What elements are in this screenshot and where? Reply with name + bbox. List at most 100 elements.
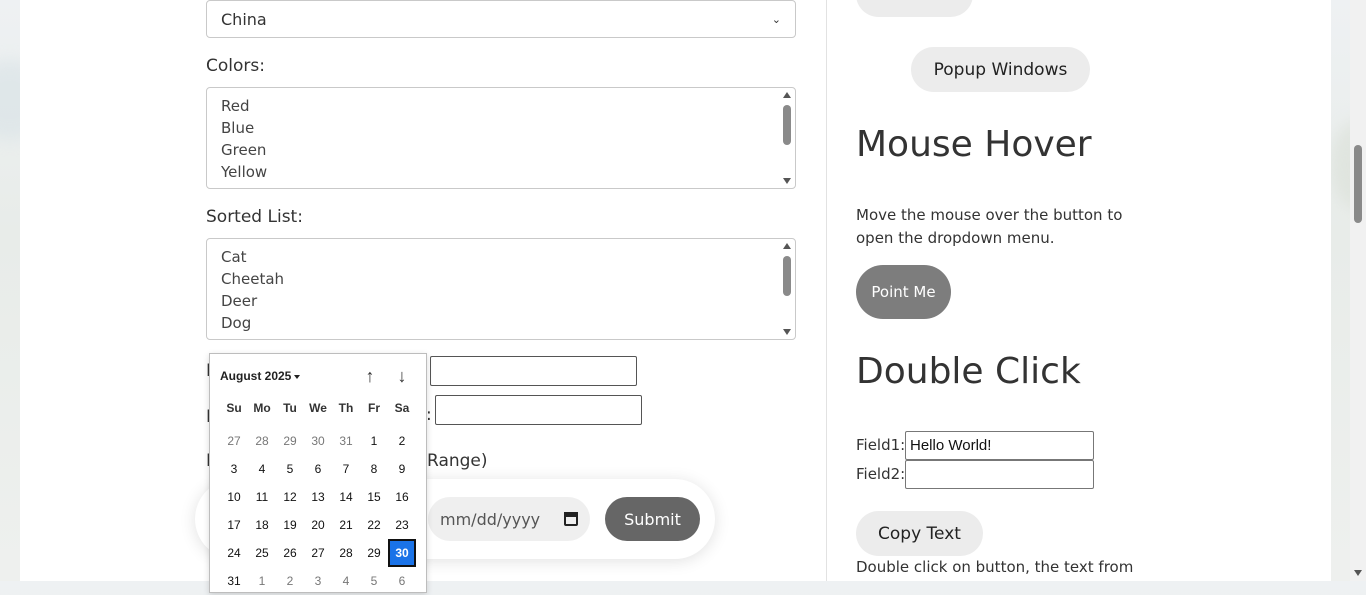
- datepicker2-input[interactable]: [435, 395, 642, 425]
- calendar-day[interactable]: 30: [304, 427, 332, 455]
- country-select-value: China: [221, 9, 267, 29]
- calendar-day[interactable]: 28: [248, 427, 276, 455]
- weekday-label: Th: [338, 401, 354, 415]
- scroll-down-icon[interactable]: [783, 329, 791, 335]
- field2-label: Field2:: [856, 465, 906, 483]
- double-click-description: Double click on button, the text from: [856, 558, 1134, 576]
- sorted-scrollbar[interactable]: [781, 241, 793, 337]
- calendar-day[interactable]: 19: [276, 511, 304, 539]
- calendar-day[interactable]: 20: [304, 511, 332, 539]
- arrow-up-icon[interactable]: ↑: [360, 366, 380, 387]
- calendar-day[interactable]: 10: [220, 483, 248, 511]
- calendar-day[interactable]: 4: [248, 455, 276, 483]
- calendar-week-row: 24 25 26 27 28 29 30: [220, 539, 416, 567]
- calendar-day[interactable]: 1: [360, 427, 388, 455]
- scrollbar-thumb[interactable]: [783, 105, 791, 145]
- calendar-day[interactable]: 27: [220, 427, 248, 455]
- new-tab-button[interactable]: New Tab: [856, 0, 973, 17]
- calendar-day[interactable]: 21: [332, 511, 360, 539]
- chevron-down-icon: ⌄: [771, 12, 781, 26]
- list-item[interactable]: Cat: [207, 246, 795, 268]
- calendar-popup: August 2025 ↑ ↓ Su Mo Tu We Th Fr Sa 27 28 29 30 31…: [209, 353, 427, 593]
- month-year-selector[interactable]: August 2025: [220, 369, 301, 383]
- scroll-up-icon[interactable]: [783, 243, 791, 249]
- scrollbar-thumb[interactable]: [783, 256, 791, 296]
- sorted-list-label: Sorted List:: [206, 207, 303, 227]
- popup-windows-button[interactable]: Popup Windows: [911, 47, 1090, 92]
- list-item[interactable]: Green: [207, 139, 795, 161]
- scroll-down-icon[interactable]: [1354, 570, 1362, 576]
- calendar-day[interactable]: 22: [360, 511, 388, 539]
- calendar-week-row: 17 18 19 20 21 22 23: [220, 511, 416, 539]
- double-click-heading: Double Click: [856, 351, 1081, 392]
- page-scrollbar[interactable]: [1350, 0, 1366, 581]
- calendar-day[interactable]: 5: [360, 567, 388, 595]
- calendar-week-row: 27 28 29 30 31 1 2: [220, 427, 416, 455]
- calendar-day[interactable]: 1: [248, 567, 276, 595]
- calendar-day-selected[interactable]: 30: [388, 539, 416, 567]
- calendar-day[interactable]: 2: [276, 567, 304, 595]
- list-item[interactable]: Dog: [207, 312, 795, 334]
- calendar-day[interactable]: 3: [304, 567, 332, 595]
- weekday-label: Su: [226, 401, 242, 415]
- calendar-day[interactable]: 24: [220, 539, 248, 567]
- list-item[interactable]: Deer: [207, 290, 795, 312]
- calendar-day[interactable]: 2: [388, 427, 416, 455]
- end-date-placeholder: mm/dd/yyyy: [440, 509, 541, 529]
- weekday-label: Fr: [368, 401, 380, 415]
- calendar-day[interactable]: 25: [248, 539, 276, 567]
- calendar-day[interactable]: 6: [388, 567, 416, 595]
- colors-listbox[interactable]: Red Blue Green Yellow: [206, 87, 796, 189]
- calendar-day[interactable]: 4: [332, 567, 360, 595]
- scroll-up-icon[interactable]: [783, 92, 791, 98]
- end-date-input[interactable]: mm/dd/yyyy: [428, 497, 590, 541]
- calendar-day[interactable]: 23: [388, 511, 416, 539]
- calendar-day[interactable]: 28: [332, 539, 360, 567]
- list-item[interactable]: Cheetah: [207, 268, 795, 290]
- scrollbar-thumb[interactable]: [1354, 145, 1362, 223]
- calendar-week-row: 31 1 2 3 4 5 6: [220, 567, 416, 595]
- scroll-down-icon[interactable]: [783, 178, 791, 184]
- field2-input[interactable]: [905, 460, 1094, 489]
- calendar-day[interactable]: 8: [360, 455, 388, 483]
- calendar-day[interactable]: 5: [276, 455, 304, 483]
- calendar-icon[interactable]: [564, 512, 578, 526]
- calendar-day[interactable]: 9: [388, 455, 416, 483]
- calendar-day[interactable]: 26: [276, 539, 304, 567]
- country-select[interactable]: China ⌄: [206, 0, 796, 38]
- calendar-day[interactable]: 7: [332, 455, 360, 483]
- sorted-listbox[interactable]: Cat Cheetah Deer Dog: [206, 238, 796, 340]
- list-item[interactable]: Yellow: [207, 161, 795, 183]
- field1-input[interactable]: [905, 431, 1094, 460]
- calendar-day[interactable]: 27: [304, 539, 332, 567]
- calendar-day[interactable]: 13: [304, 483, 332, 511]
- list-item[interactable]: Red: [207, 95, 795, 117]
- colors-label: Colors:: [206, 56, 265, 76]
- calendar-day[interactable]: 31: [332, 427, 360, 455]
- point-me-button[interactable]: Point Me: [856, 265, 951, 319]
- page-container: China ⌄ Colors: Red Blue Green Yellow So…: [20, 0, 1331, 593]
- datepicker1-input[interactable]: [430, 356, 637, 386]
- calendar-day[interactable]: 3: [220, 455, 248, 483]
- daterange-label-suffix: Range): [427, 451, 488, 471]
- calendar-day[interactable]: 11: [248, 483, 276, 511]
- mouse-hover-description: Move the mouse over the button to open t…: [856, 206, 1123, 247]
- arrow-down-icon[interactable]: ↓: [392, 366, 412, 387]
- calendar-day[interactable]: 14: [332, 483, 360, 511]
- submit-button[interactable]: Submit: [605, 497, 700, 541]
- calendar-day[interactable]: 15: [360, 483, 388, 511]
- calendar-day[interactable]: 31: [220, 567, 248, 595]
- weekday-label: Mo: [253, 401, 271, 415]
- list-item[interactable]: Blue: [207, 117, 795, 139]
- calendar-day[interactable]: 12: [276, 483, 304, 511]
- calendar-week-row: 10 11 12 13 14 15 16: [220, 483, 416, 511]
- calendar-day[interactable]: 16: [388, 483, 416, 511]
- calendar-day[interactable]: 29: [360, 539, 388, 567]
- calendar-day[interactable]: 6: [304, 455, 332, 483]
- calendar-day[interactable]: 29: [276, 427, 304, 455]
- calendar-day[interactable]: 18: [248, 511, 276, 539]
- calendar-day[interactable]: 17: [220, 511, 248, 539]
- colors-scrollbar[interactable]: [781, 90, 793, 186]
- month-year-label: August 2025: [220, 369, 292, 383]
- copy-text-button[interactable]: Copy Text: [856, 511, 983, 556]
